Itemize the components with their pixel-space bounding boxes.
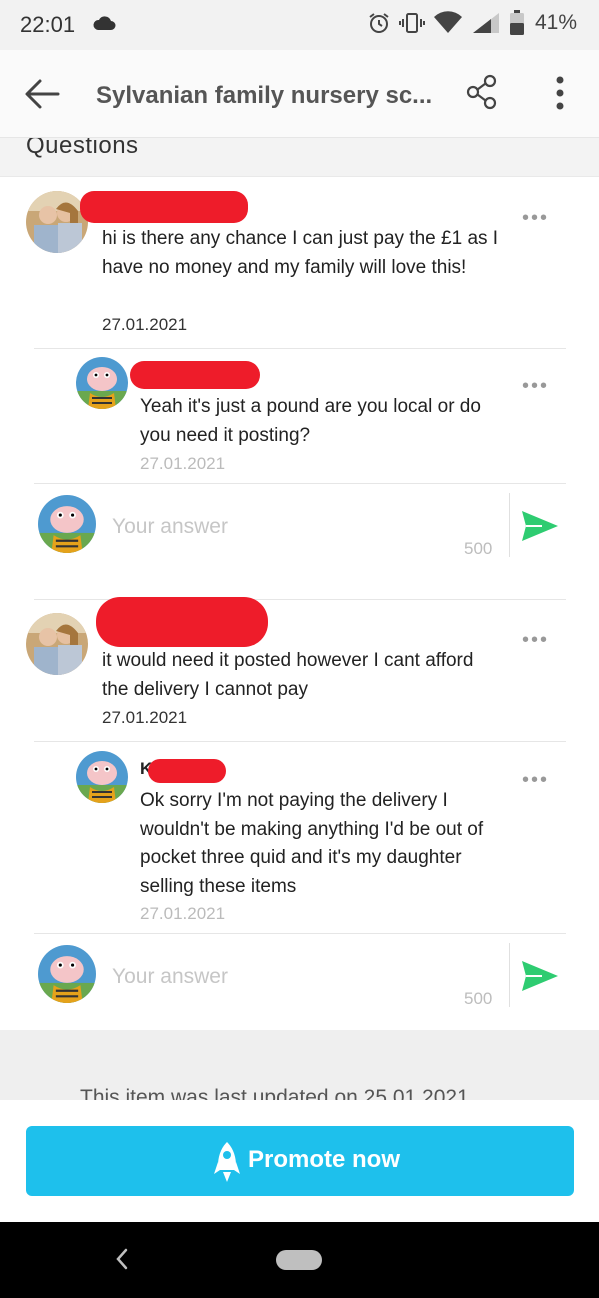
send-icon[interactable]: [520, 509, 560, 543]
share-icon[interactable]: [466, 74, 498, 110]
question-date: 27.01.2021: [102, 315, 188, 334]
signal-icon: [472, 13, 499, 33]
nav-home-pill[interactable]: [276, 1250, 322, 1270]
redacted-username: [130, 361, 260, 389]
status-icons: 41%: [367, 10, 577, 36]
divider: [509, 943, 510, 1007]
cloud-icon: [93, 16, 116, 30]
divider: [34, 741, 566, 742]
send-icon[interactable]: [520, 959, 560, 993]
updated-text-wrap: This item was last updated on 25.01.2021: [0, 1082, 599, 1102]
my-avatar: [38, 495, 96, 553]
divider: [34, 348, 566, 349]
divider: [34, 933, 566, 934]
questions-list: ••• hi is there any chance I can just pa…: [0, 176, 599, 1030]
more-vertical-icon[interactable]: [552, 74, 568, 114]
promote-now-button[interactable]: Promote now: [26, 1126, 574, 1196]
back-arrow-icon[interactable]: [22, 76, 62, 112]
char-count: 500: [464, 989, 493, 1008]
seller-avatar: [76, 751, 128, 803]
redacted-username: [80, 191, 248, 223]
divider: [34, 483, 566, 484]
app-bar: Sylvanian family nursery sc...: [0, 50, 599, 138]
more-horizontal-icon[interactable]: •••: [522, 629, 549, 652]
redacted-username: [148, 759, 226, 783]
reply-text: Yeah it's just a pound are you local or …: [140, 396, 481, 446]
more-horizontal-icon[interactable]: •••: [522, 769, 549, 792]
question-text: hi is there any chance I can just pay th…: [102, 228, 499, 278]
avatar: [26, 191, 88, 253]
more-horizontal-icon[interactable]: •••: [522, 375, 549, 398]
battery-icon: [509, 10, 524, 35]
avatar: [26, 613, 88, 675]
char-count: 500: [464, 539, 493, 558]
question-date: 27.01.2021: [102, 708, 188, 727]
questions-heading-wrap: Questions: [0, 138, 599, 176]
reply-text: Ok sorry I'm not paying the delivery I w…: [140, 790, 484, 897]
seller-avatar: [76, 357, 128, 409]
wifi-icon: [433, 11, 462, 33]
rocket-icon: [214, 1142, 240, 1182]
redacted-username: [96, 597, 268, 647]
status-time: 22:01: [20, 12, 76, 37]
answer-input[interactable]: Your answer: [112, 515, 228, 539]
battery-percent: 41%: [534, 11, 577, 34]
system-nav-bar: [0, 1222, 599, 1298]
more-horizontal-icon[interactable]: •••: [522, 207, 549, 230]
question-text: it would need it posted however I cant a…: [102, 650, 474, 700]
promote-label: Promote now: [248, 1146, 401, 1173]
divider: [509, 493, 510, 557]
page-title: Sylvanian family nursery sc...: [96, 82, 433, 109]
my-avatar: [38, 945, 96, 1003]
reply-date: 27.01.2021: [140, 454, 226, 473]
nav-back-icon[interactable]: [112, 1244, 132, 1274]
status-bar: 22:01 41%: [0, 0, 599, 50]
answer-input[interactable]: Your answer: [112, 965, 228, 989]
reply-date: 27.01.2021: [140, 904, 226, 923]
bottom-bar: Promote now: [0, 1100, 599, 1222]
questions-heading: Questions: [26, 138, 139, 159]
vibrate-icon: [398, 13, 425, 33]
alarm-icon: [369, 13, 389, 33]
